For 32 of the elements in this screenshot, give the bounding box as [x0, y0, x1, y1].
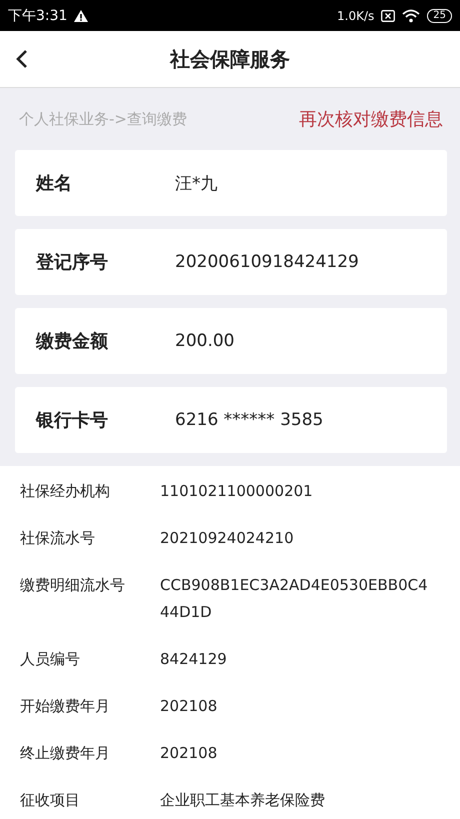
detail-label: 社保经办机构 [20, 481, 111, 502]
field-label: 登记序号 [34, 251, 109, 274]
field-value: 6216 ****** 3585 [175, 410, 324, 430]
field-label: 银行卡号 [34, 409, 109, 432]
field-value: 汪*九 [175, 172, 218, 194]
detail-label: 终止缴费年月 [20, 743, 111, 764]
detail-value: 1101021100000201 [160, 481, 314, 502]
detail-label: 开始缴费年月 [20, 696, 111, 717]
detail-value: CCB908B1EC3A2AD4E0530EBB0C444D1D [160, 575, 429, 623]
field-label: 缴费金额 [34, 330, 109, 353]
detail-label: 人员编号 [20, 649, 81, 670]
field-value: 200.00 [175, 331, 234, 351]
status-time: 下午3:31 [8, 6, 68, 24]
detail-value: 202108 [160, 696, 218, 717]
network-speed: 1.0K/s [337, 8, 374, 22]
detail-value: 企业职工基本养老保险费 [160, 790, 326, 811]
detail-value: 202108 [160, 743, 218, 764]
detail-value: 8424129 [160, 649, 228, 670]
field-label: 姓名 [34, 172, 73, 195]
chevron-left-icon [16, 49, 28, 69]
warning-icon [74, 10, 88, 22]
detail-label: 征收项目 [20, 790, 81, 811]
field-value: 20200610918424129 [175, 252, 359, 272]
battery-indicator: 25 [427, 8, 452, 22]
detail-value: 20210924024210 [160, 528, 295, 549]
annotation-text: 再次核对缴费信息 [299, 108, 443, 131]
detail-label: 社保流水号 [20, 528, 96, 549]
breadcrumb: 个人社保业务->查询缴费 [19, 110, 187, 128]
wifi-icon [402, 8, 420, 22]
detail-label: 缴费明细流水号 [20, 575, 126, 596]
sim-icon [381, 10, 396, 22]
page-title: 社会保障服务 [170, 46, 290, 72]
